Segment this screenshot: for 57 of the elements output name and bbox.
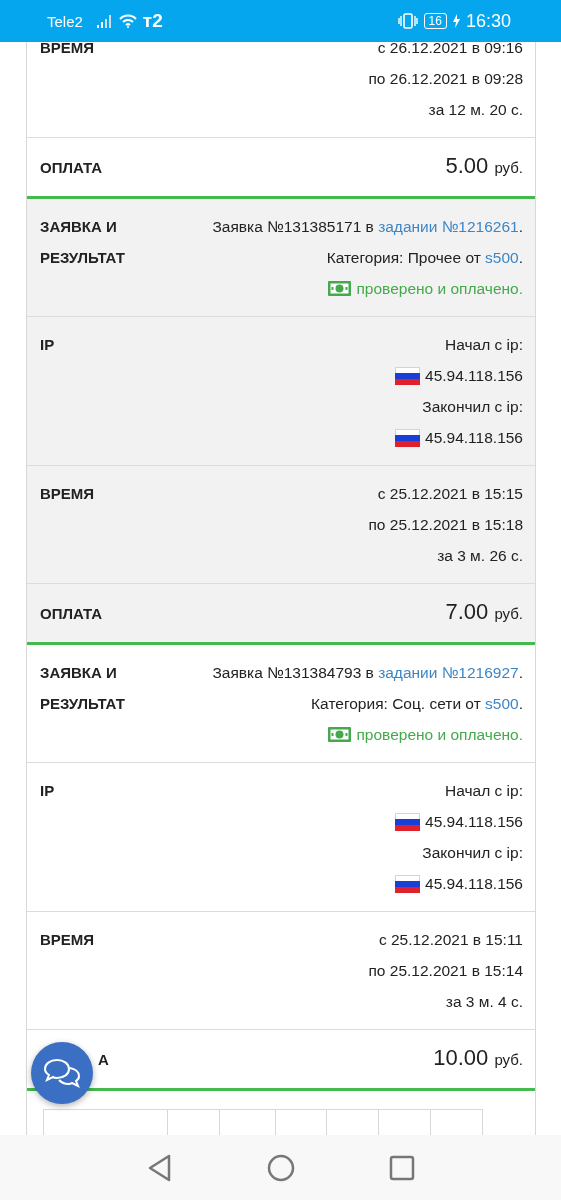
time-value: с 26.12.2021 в 09:16 [377, 42, 523, 58]
flag-icon [395, 812, 420, 831]
row-label: ЗАЯВКА И РЕЗУЛЬТАТ [40, 663, 126, 714]
payment-amount: 5.00 руб. [445, 152, 523, 180]
carrier-name: Tele2 [47, 12, 83, 30]
time-value: за 3 м. 26 с. [437, 546, 523, 566]
category-text: Категория: Соц. сети от s500. [311, 694, 523, 714]
ip-caption: Закончил с ip: [422, 843, 523, 863]
time-value: с 25.12.2021 в 15:11 [378, 930, 523, 950]
flag-icon [395, 428, 420, 447]
category-text: Категория: Прочее от s500. [326, 248, 523, 268]
row-label: А [98, 1049, 109, 1070]
clock: 16:30 [465, 10, 511, 32]
user-link[interactable]: s500 [485, 249, 519, 266]
time-value: по 26.12.2021 в 09:28 [368, 69, 523, 89]
ip-caption: Закончил с ip: [422, 397, 523, 417]
request-text: Заявка №131384793 в задании №1216927. [212, 663, 523, 683]
back-icon[interactable] [146, 1153, 173, 1182]
status-text: проверено и оплачено. [356, 725, 523, 745]
money-icon [328, 727, 352, 742]
ip-address: 45.94.118.156 [425, 428, 523, 448]
time-value: за 12 м. 20 с. [428, 100, 523, 120]
request-text: Заявка №131385171 в задании №1216261. [212, 217, 523, 237]
ip-address: 45.94.118.156 [425, 812, 523, 832]
time-value: за 3 м. 4 с. [445, 992, 523, 1012]
row-label: ОПЛАТА [40, 603, 103, 624]
vibrate-icon [397, 13, 418, 29]
payment-amount: 10.00 руб. [433, 1044, 523, 1072]
row-label: ЗАЯВКА И РЕЗУЛЬТАТ [40, 217, 126, 268]
time-value: с 25.12.2021 в 15:15 [377, 484, 523, 504]
operator-logo: т2 [142, 10, 163, 32]
ip-caption: Начал с ip: [445, 781, 523, 801]
flag-icon [395, 874, 420, 893]
ip-caption: Начал с ip: [445, 335, 523, 355]
status-text: проверено и оплачено. [356, 279, 523, 299]
row-label: ОПЛАТА [40, 157, 103, 178]
recents-icon[interactable] [388, 1154, 415, 1181]
flag-icon [395, 366, 420, 385]
home-icon[interactable] [266, 1153, 295, 1182]
row-label: IP [40, 335, 55, 355]
chat-icon [42, 1057, 82, 1089]
time-value: по 25.12.2021 в 15:14 [368, 961, 523, 981]
signal-icon [96, 14, 113, 28]
payment-amount: 7.00 руб. [445, 598, 523, 626]
task-link[interactable]: задании №1216927 [378, 664, 519, 681]
ip-address: 45.94.118.156 [425, 366, 523, 386]
row-label: IP [40, 781, 55, 801]
battery-icon: 16 [423, 13, 447, 29]
money-icon [328, 281, 352, 296]
row-label: ВРЕМЯ [40, 484, 95, 504]
task-link[interactable]: задании №1216261 [378, 218, 519, 235]
wifi-icon [118, 14, 137, 28]
row-label: ВРЕМЯ [40, 930, 95, 950]
time-value: по 25.12.2021 в 15:18 [368, 515, 523, 535]
ip-address: 45.94.118.156 [425, 874, 523, 894]
user-link[interactable]: s500 [485, 695, 519, 712]
row-label: ВРЕМЯ [40, 42, 95, 58]
